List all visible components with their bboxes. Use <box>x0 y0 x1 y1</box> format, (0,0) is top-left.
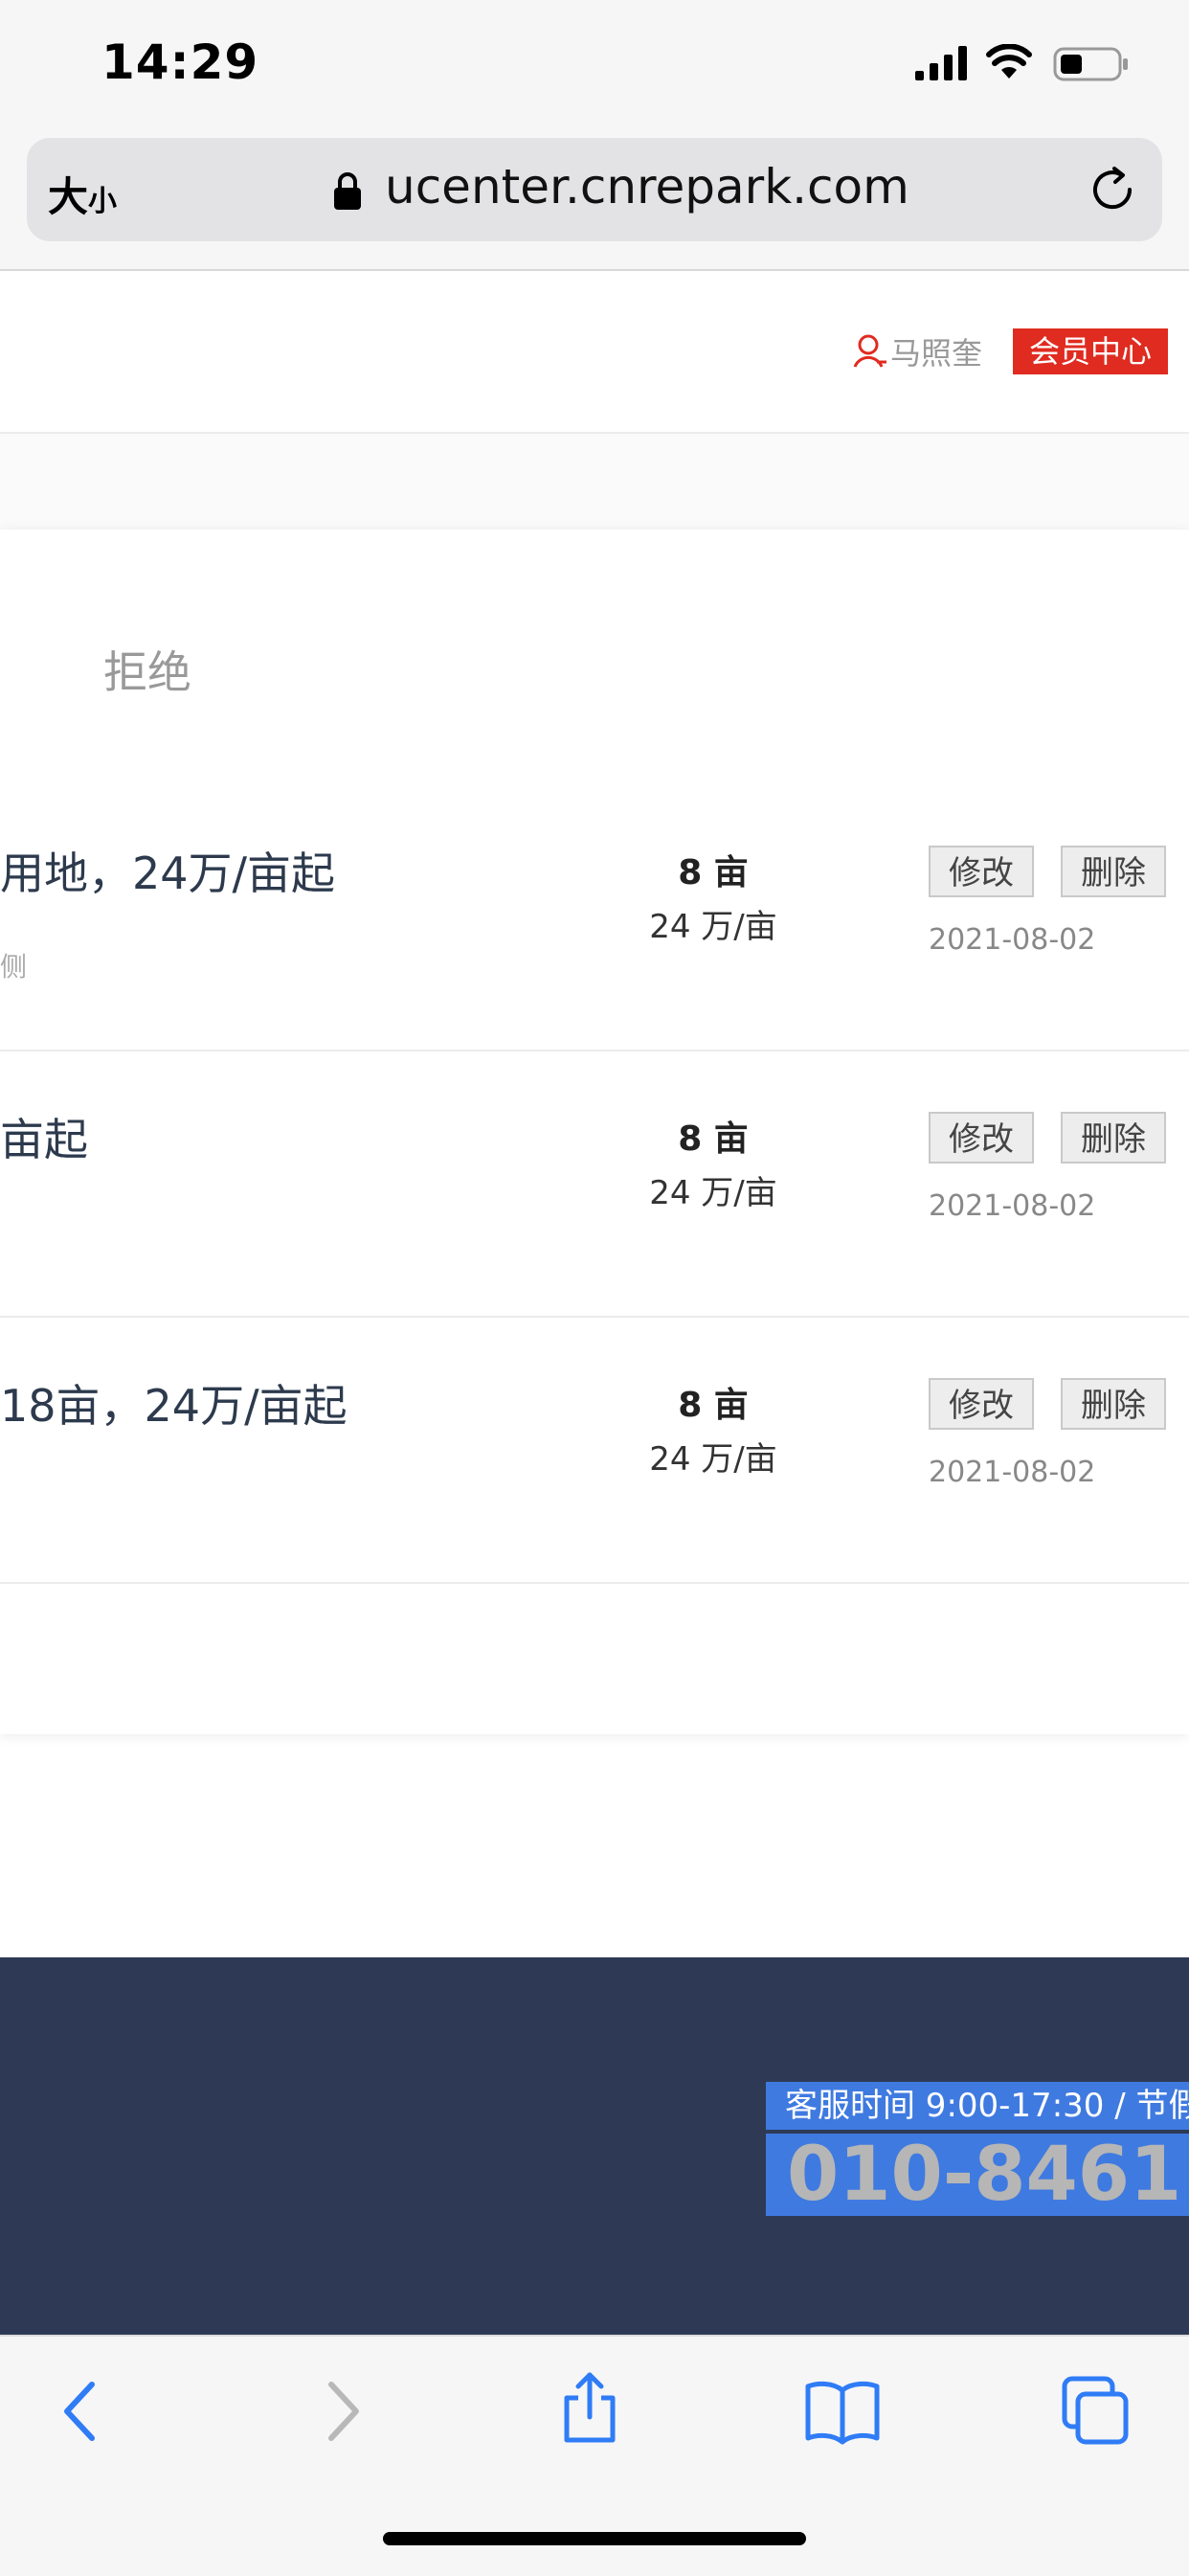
tab-rejected[interactable]: 拒绝 <box>103 638 191 701</box>
lock-icon <box>334 172 361 210</box>
row-divider <box>0 1050 1189 1051</box>
status-time: 14:29 <box>101 34 259 90</box>
listing-title[interactable]: 用地，24万/亩起 <box>0 839 335 902</box>
listing-area: 8 亩 <box>678 853 749 893</box>
reload-icon[interactable] <box>1088 165 1137 215</box>
edit-button[interactable]: 修改 <box>929 1378 1034 1430</box>
username-link[interactable]: 马照奎 <box>890 329 982 373</box>
edit-button[interactable]: 修改 <box>929 846 1034 897</box>
listing-subtitle: 侧 <box>0 951 28 983</box>
listing-date: 2021-08-02 <box>929 923 1096 957</box>
bookmarks-icon[interactable] <box>804 2373 881 2450</box>
member-center-button[interactable]: 会员中心 <box>1013 328 1168 374</box>
home-indicator <box>383 2532 806 2545</box>
listing-price: 24 万/亩 <box>649 1174 777 1212</box>
listing-date: 2021-08-02 <box>929 1189 1096 1223</box>
wifi-icon <box>986 44 1032 79</box>
listing-price: 24 万/亩 <box>649 1440 777 1479</box>
text-size-button[interactable]: 大小 <box>48 165 117 223</box>
tabs-icon[interactable] <box>1057 2373 1133 2450</box>
text-size-big-label: 大 <box>48 173 89 220</box>
listing-date: 2021-08-02 <box>929 1456 1096 1489</box>
listing-area: 8 亩 <box>678 1386 749 1425</box>
edit-button[interactable]: 修改 <box>929 1112 1034 1164</box>
page-gap <box>0 434 1189 530</box>
cellular-signal-icon <box>915 46 967 80</box>
back-icon[interactable] <box>44 2373 121 2450</box>
listing-price: 24 万/亩 <box>649 908 777 946</box>
listing-title[interactable]: 亩起 <box>0 1105 88 1168</box>
url-text[interactable]: ucenter.cnrepark.com <box>385 159 909 215</box>
service-hours: 客服时间 9:00-17:30 / 节假 <box>766 2082 1189 2130</box>
delete-button[interactable]: 删除 <box>1061 846 1166 897</box>
hotline-number[interactable]: 010-8461 1 <box>766 2134 1189 2216</box>
share-icon[interactable] <box>551 2369 628 2446</box>
battery-icon <box>1053 47 1128 81</box>
listing-title[interactable]: 18亩，24万/亩起 <box>0 1371 348 1435</box>
user-icon[interactable] <box>852 333 888 370</box>
text-size-small-label: 小 <box>88 185 118 218</box>
listing-area: 8 亩 <box>678 1119 749 1159</box>
delete-button[interactable]: 删除 <box>1061 1112 1166 1164</box>
row-divider <box>0 1316 1189 1318</box>
row-divider <box>0 1582 1189 1584</box>
delete-button[interactable]: 删除 <box>1061 1378 1166 1430</box>
forward-icon[interactable] <box>303 2373 379 2450</box>
site-header <box>0 271 1189 434</box>
